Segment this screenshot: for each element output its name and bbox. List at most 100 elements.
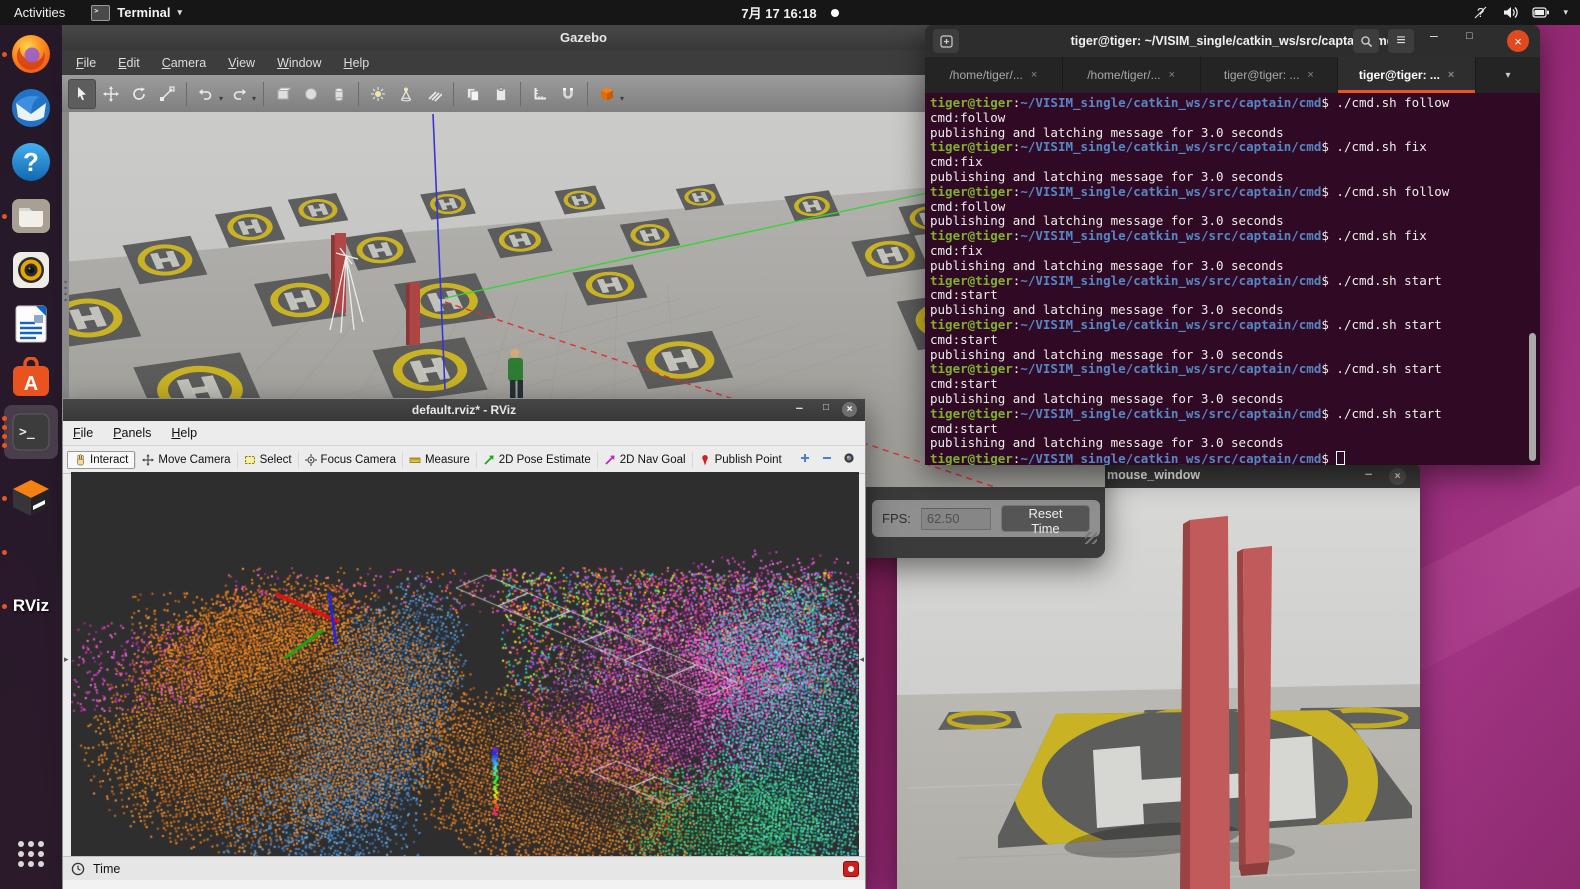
close-icon[interactable]: ×: [1389, 468, 1406, 485]
sphere-icon: [303, 86, 319, 102]
terminal-headerbar[interactable]: tiger@tiger: ~/VISIM_single/catkin_ws/sr…: [925, 25, 1540, 57]
red-pillar-left: [1180, 516, 1230, 889]
time-panel-close-button[interactable]: [843, 861, 859, 877]
paste-button[interactable]: [488, 80, 514, 108]
dock-item-terminal[interactable]: >_: [8, 409, 54, 455]
search-button[interactable]: [1353, 29, 1379, 53]
tab-close-icon[interactable]: ×: [1448, 69, 1454, 81]
terminal-output[interactable]: tiger@tiger:~/VISIM_single/catkin_ws/src…: [925, 93, 1540, 465]
terminal-line: publishing and latching message for 3.0 …: [930, 436, 1540, 451]
terminal-tab-3[interactable]: tiger@tiger: ...×: [1201, 57, 1339, 93]
terminal-line: publishing and latching message for 3.0 …: [930, 303, 1540, 318]
terminal-scrollbar[interactable]: [1529, 333, 1536, 461]
spot-light-button[interactable]: [393, 80, 419, 108]
maximize-icon[interactable]: □: [823, 402, 829, 413]
system-status-area[interactable]: ? ▾: [1473, 5, 1580, 20]
snap-button[interactable]: [555, 80, 581, 108]
redo-button[interactable]: [226, 80, 252, 108]
terminal-line: cmd:start: [930, 333, 1540, 348]
gazebo-menu-window[interactable]: Window: [277, 56, 321, 70]
resize-grip[interactable]: [1085, 532, 1097, 544]
tool-move-camera[interactable]: Move Camera: [135, 452, 236, 468]
terminal-tab-1[interactable]: /home/tiger/...×: [925, 57, 1063, 93]
minimize-icon[interactable]: –: [1430, 27, 1438, 43]
tool-interact[interactable]: Interact: [67, 451, 135, 469]
rviz-3d-viewport[interactable]: [71, 472, 859, 856]
gazebo-menu-file[interactable]: File: [76, 56, 96, 70]
maximize-icon[interactable]: □: [1466, 30, 1473, 42]
translate-button[interactable]: [98, 80, 124, 108]
new-tab-button[interactable]: [933, 29, 959, 53]
chevron-down-icon[interactable]: ▾: [1563, 7, 1568, 18]
tab-close-icon[interactable]: ×: [1031, 69, 1037, 81]
gazebo-menu-help[interactable]: Help: [344, 56, 370, 70]
dock-item-ubuntu-software[interactable]: A: [8, 355, 54, 401]
building-editor-button[interactable]: [594, 80, 620, 108]
dock-item-rviz[interactable]: RViz: [8, 583, 54, 629]
select-arrow-button[interactable]: [68, 79, 96, 109]
rotate-button[interactable]: [126, 80, 152, 108]
time-panel-header[interactable]: Time: [63, 856, 865, 880]
box-button[interactable]: [270, 80, 296, 108]
point-light-button[interactable]: [365, 80, 391, 108]
right-panel-expander[interactable]: ◂: [859, 654, 864, 665]
green-arrow-icon: [483, 454, 495, 466]
building-editor-dropdown-icon[interactable]: ▾: [620, 94, 624, 103]
minimize-icon[interactable]: –: [1365, 466, 1372, 481]
tool-measure[interactable]: Measure: [402, 452, 476, 468]
dock-item-libreoffice-writer[interactable]: [8, 301, 54, 347]
camera-icon[interactable]: [843, 452, 855, 467]
sphere-button[interactable]: [298, 80, 324, 108]
activities-button[interactable]: Activities: [14, 5, 65, 20]
directional-light-button[interactable]: [421, 80, 447, 108]
terminal-line: tiger@tiger:~/VISIM_single/catkin_ws/src…: [930, 185, 1540, 200]
terminal-line: cmd:follow: [930, 111, 1540, 126]
gazebo-menu-view[interactable]: View: [228, 56, 255, 70]
minimize-icon[interactable]: –: [796, 400, 803, 415]
cylinder-button[interactable]: [326, 80, 352, 108]
dock-item-gazebo[interactable]: [8, 475, 54, 521]
rviz-menu-help[interactable]: Help: [171, 426, 197, 440]
tool-select[interactable]: Select: [237, 452, 298, 468]
dock-item-files[interactable]: [8, 193, 54, 239]
fps-value-field[interactable]: [921, 508, 991, 530]
copy-button[interactable]: [460, 80, 486, 108]
dock-item-firefox[interactable]: [8, 31, 54, 77]
menu-button[interactable]: ≡: [1388, 29, 1414, 53]
undo-dropdown-icon[interactable]: ▾: [219, 94, 223, 103]
rviz-menu-panels[interactable]: Panels: [113, 426, 151, 440]
dock-item-show-applications[interactable]: [8, 831, 54, 877]
running-indicator: [2, 214, 7, 219]
running-indicator: [2, 496, 7, 501]
plus-icon[interactable]: [799, 452, 811, 467]
terminal-tab-2[interactable]: /home/tiger/...×: [1063, 57, 1201, 93]
app-menu[interactable]: > Terminal ▾: [91, 5, 182, 21]
left-panel-expander[interactable]: ▸: [64, 654, 69, 665]
minus-icon[interactable]: [821, 452, 833, 467]
rviz-titlebar[interactable]: default.rviz* - RViz – □ ×: [63, 399, 865, 421]
gazebo-menu-edit[interactable]: Edit: [118, 56, 140, 70]
reset-time-button[interactable]: Reset Time: [1001, 505, 1090, 532]
tab-list-dropdown[interactable]: ▾: [1476, 57, 1540, 93]
close-icon[interactable]: ×: [842, 402, 857, 417]
dock-item-thunderbird[interactable]: [8, 85, 54, 131]
align-button[interactable]: [527, 80, 553, 108]
dock-item-rhythmbox[interactable]: [8, 247, 54, 293]
clock[interactable]: 7月 17 16:18: [741, 3, 816, 22]
undo-button[interactable]: [193, 80, 219, 108]
tab-close-icon[interactable]: ×: [1169, 69, 1175, 81]
gazebo-menu-camera[interactable]: Camera: [162, 56, 206, 70]
scale-button[interactable]: [154, 80, 180, 108]
terminal-line: publishing and latching message for 3.0 …: [930, 259, 1540, 274]
tool-2d-pose-estimate[interactable]: 2D Pose Estimate: [476, 452, 597, 468]
close-icon[interactable]: ×: [1507, 30, 1529, 52]
dock-item-hidden-window[interactable]: [8, 529, 54, 575]
tab-close-icon[interactable]: ×: [1307, 69, 1313, 81]
tool-focus-camera[interactable]: Focus Camera: [298, 452, 402, 468]
redo-dropdown-icon[interactable]: ▾: [252, 94, 256, 103]
rviz-menu-file[interactable]: File: [73, 426, 93, 440]
tool-publish-point[interactable]: Publish Point: [692, 452, 788, 468]
terminal-tab-4[interactable]: tiger@tiger: ...×: [1338, 57, 1476, 93]
dock-item-help[interactable]: ?: [8, 139, 54, 185]
tool-2d-nav-goal[interactable]: 2D Nav Goal: [597, 452, 692, 468]
